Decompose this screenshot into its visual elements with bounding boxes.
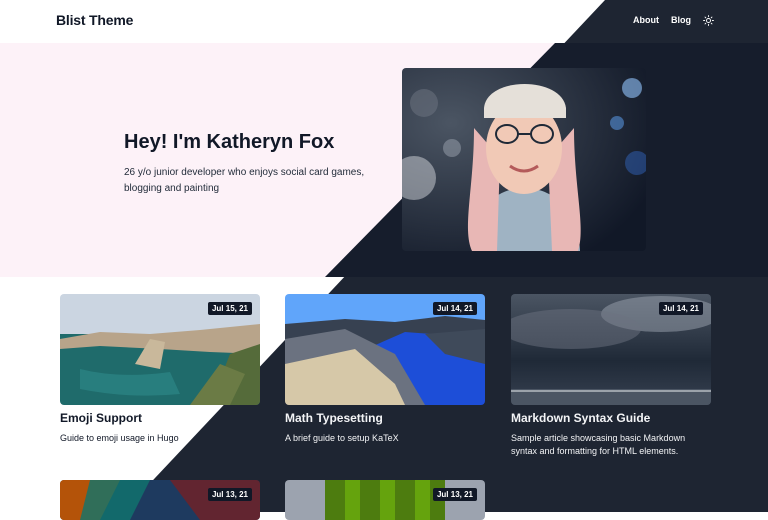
post-title[interactable]: Emoji Support (60, 411, 260, 425)
site-brand[interactable]: Blist Theme (56, 12, 133, 28)
post-date: Jul 14, 21 (432, 302, 477, 315)
post-card[interactable]: Jul 14, 21 Math Typesetting A brief guid… (285, 294, 485, 445)
hero-intro: Hey! I'm Katheryn Fox 26 y/o junior deve… (124, 130, 394, 197)
hero-subtitle-line: blogging and painting (124, 183, 220, 194)
post-date: Jul 15, 21 (207, 302, 252, 315)
hero-subtitle: 26 y/o junior developer who enjoys socia… (124, 165, 394, 197)
post-date: Jul 13, 21 (432, 488, 477, 501)
post-thumbnail[interactable]: Jul 14, 21 (511, 294, 711, 405)
post-card[interactable]: Jul 14, 21 Markdown Syntax Guide Sample … (511, 294, 711, 458)
post-card[interactable]: Jul 15, 21 Emoji Support Guide to emoji … (60, 294, 260, 445)
nav-link-about[interactable]: About (633, 15, 659, 25)
post-description: Sample article showcasing basic Markdown… (511, 432, 711, 458)
post-description-line: Sample article showcasing basic Markdown (511, 433, 686, 443)
post-description: Guide to emoji usage in Hugo (60, 432, 260, 445)
post-title[interactable]: Math Typesetting (285, 411, 485, 425)
post-description-line: Guide to emoji usage in Hugo (60, 433, 179, 443)
post-date: Jul 13, 21 (207, 488, 252, 501)
post-description: A brief guide to setup KaTeX (285, 432, 485, 445)
post-thumbnail[interactable]: Jul 14, 21 (285, 294, 485, 405)
post-title[interactable]: Markdown Syntax Guide (511, 411, 711, 425)
sun-icon[interactable] (703, 15, 714, 26)
hero-title: Hey! I'm Katheryn Fox (124, 131, 335, 153)
post-description-line: A brief guide to setup KaTeX (285, 433, 399, 443)
post-card[interactable]: Jul 13, 21 (60, 480, 260, 520)
profile-photo (402, 68, 646, 251)
post-thumbnail[interactable]: Jul 13, 21 (285, 480, 485, 520)
post-thumbnail[interactable]: Jul 15, 21 (60, 294, 260, 405)
post-description-line: syntax and formatting for HTML elements. (511, 446, 679, 456)
post-date: Jul 14, 21 (658, 302, 703, 315)
post-thumbnail[interactable]: Jul 13, 21 (60, 480, 260, 520)
site-header: Blist Theme About Blog (0, 0, 768, 43)
hero-subtitle-line: 26 y/o junior developer who enjoys socia… (124, 167, 365, 178)
nav-link-blog[interactable]: Blog (671, 15, 691, 25)
post-card[interactable]: Jul 13, 21 (285, 480, 485, 520)
